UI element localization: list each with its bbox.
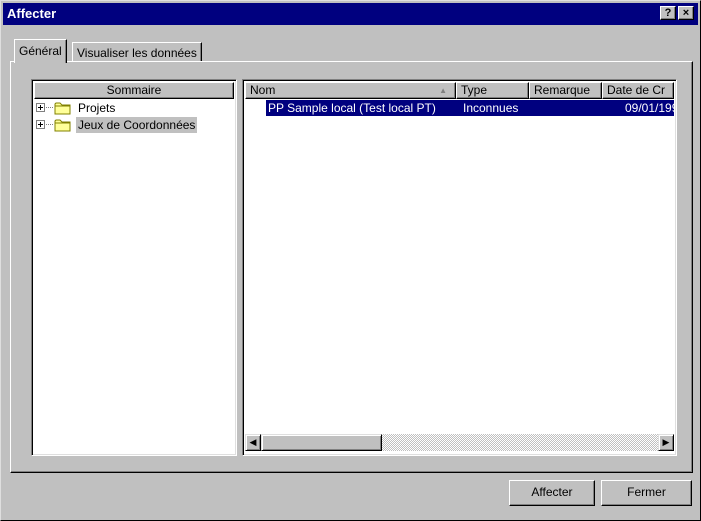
affecter-dialog: Affecter ? × Général Visualiser les donn… (0, 0, 701, 521)
expand-icon[interactable] (36, 103, 45, 112)
scrollbar-thumb[interactable] (261, 434, 382, 451)
expand-icon[interactable] (36, 120, 45, 129)
close-button[interactable]: × (678, 6, 694, 20)
horizontal-scrollbar[interactable]: ◀ ▶ (245, 434, 674, 451)
fermer-button-label: Fermer (627, 485, 666, 499)
data-list-view[interactable]: Nom ▲ Type Remarque Date de Cr PP Sample… (242, 79, 677, 456)
cell-type: Inconnues (463, 101, 519, 115)
column-header-nom[interactable]: Nom ▲ (245, 82, 456, 99)
tab-general-label: Général (19, 44, 62, 58)
fermer-button[interactable]: Fermer (601, 480, 692, 506)
window-title: Affecter (7, 6, 57, 21)
affecter-button-label: Affecter (531, 485, 573, 499)
tree-connector (46, 107, 53, 108)
sommaire-tree[interactable]: Sommaire Projets Jeux de Coordonnées (31, 79, 237, 456)
sommaire-header[interactable]: Sommaire (34, 82, 234, 99)
column-header-date[interactable]: Date de Cr (602, 82, 674, 99)
folder-icon (54, 119, 71, 132)
tab-visualiser-donnees[interactable]: Visualiser les données (72, 42, 202, 62)
tree-item-label: Projets (78, 101, 116, 115)
help-button[interactable]: ? (660, 6, 676, 20)
tab-visualiser-label: Visualiser les données (77, 46, 197, 60)
list-item[interactable]: PP Sample local (Test local PT) Inconnue… (266, 100, 674, 116)
column-header-remarque[interactable]: Remarque (529, 82, 602, 99)
tab-general[interactable]: Général (14, 39, 67, 63)
sort-ascending-icon: ▲ (439, 86, 447, 95)
folder-icon (54, 102, 71, 115)
column-header-label: Nom (250, 83, 276, 97)
cell-date: 09/01/199 (625, 101, 674, 115)
tree-item-label: Jeux de Coordonnées (76, 117, 198, 133)
cell-nom: PP Sample local (Test local PT) (268, 101, 436, 115)
column-header-type[interactable]: Type (456, 82, 529, 99)
scroll-right-button[interactable]: ▶ (658, 434, 674, 451)
affecter-button[interactable]: Affecter (509, 480, 595, 506)
tree-connector (46, 124, 53, 125)
scroll-left-button[interactable]: ◀ (245, 434, 261, 451)
title-bar[interactable]: Affecter ? × (3, 3, 698, 25)
